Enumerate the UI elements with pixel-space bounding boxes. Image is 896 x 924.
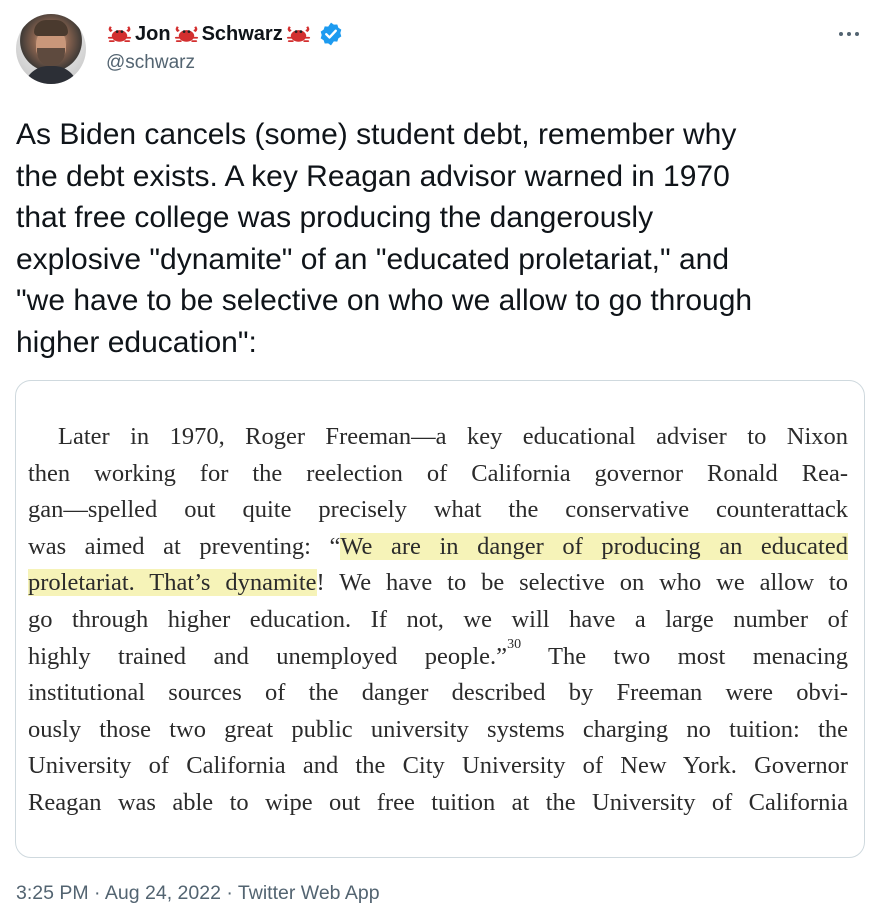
tweet-line: the debt exists. A key Reagan advisor wa… [16,159,730,193]
name-last: Schwarz [201,22,283,45]
verified-badge-icon [320,22,342,46]
tweet-line: higher education": [16,325,257,359]
tweet-line: that free college was producing the dang… [16,201,654,234]
crab-icon [174,26,198,43]
tweet-media-image[interactable]: Later in 1970, Roger Freeman—a key educa… [15,380,865,858]
footnote-marker: 30 [507,636,522,652]
excerpt-text: ! We have to be selective on who we allo… [316,569,848,597]
separator: · [94,882,101,904]
book-excerpt: Later in 1970, Roger Freeman—a key educa… [28,419,848,822]
excerpt-text: The two most menacing [521,642,848,670]
excerpt-line: was aimed at preventing: “We are in dang… [28,529,848,566]
tweet-time[interactable]: 3:25 PM [16,882,89,904]
excerpt-text: was aimed at preventing: “ [28,532,341,560]
highlighted-quote: proletariat. That’s dynamite [28,569,317,597]
excerpt-line: proletariat. That’s dynamite! We have to… [28,565,848,602]
tweet-line: As Biden cancels (some) student debt, re… [16,118,737,151]
separator: · [226,882,233,904]
author-handle[interactable]: @schwarz [106,52,195,74]
tweet-line: "we have to be selective on who we allow… [16,284,753,317]
more-options-icon[interactable] [831,18,867,50]
tweet-source[interactable]: Twitter Web App [238,882,380,904]
excerpt-line: University of California and the City Un… [28,752,848,780]
excerpt-line: ously those two great public university … [28,715,848,743]
avatar[interactable] [16,14,86,84]
tweet-line: explosive "dynamite" of an "educated pro… [16,242,730,276]
excerpt-line: then working for the reelection of Calif… [28,459,848,487]
excerpt-text: highly trained and unemployed people.” [28,642,508,670]
author-name[interactable]: Jon Schwarz [106,19,344,49]
crab-icon [107,26,132,43]
tweet-metadata: 3:25 PM · Aug 24, 2022 · Twitter Web App [16,882,380,905]
excerpt-line: highly trained and unemployed people.”30… [28,636,848,676]
excerpt-line: go through higher education. If not, we … [28,605,848,633]
name-first: Jon [135,22,171,45]
excerpt-line: institutional sources of the danger desc… [28,679,848,707]
excerpt-line: gan—spelled out quite precisely what the… [28,496,848,524]
tweet-text: As Biden cancels (some) student debt, re… [16,114,882,363]
highlighted-quote: We are in danger of producing an educate… [340,532,848,560]
tweet-date[interactable]: Aug 24, 2022 [105,882,221,904]
crab-icon [286,26,310,43]
excerpt-line: Later in 1970, Roger Freeman—a key educa… [58,423,848,450]
excerpt-line: Reagan was able to wipe out free tuition… [28,788,848,816]
